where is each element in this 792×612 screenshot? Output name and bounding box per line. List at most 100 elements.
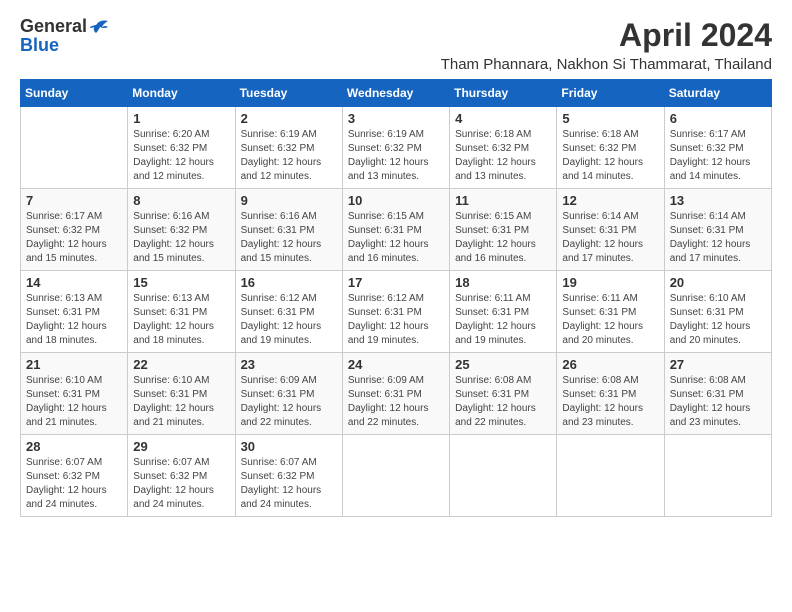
- calendar-cell: 6Sunrise: 6:17 AMSunset: 6:32 PMDaylight…: [664, 107, 771, 189]
- day-number: 19: [562, 275, 658, 290]
- day-number: 18: [455, 275, 551, 290]
- calendar-cell: 30 Sunrise: 6:07 AMSunset: 6:32 PMDayligh…: [235, 435, 342, 517]
- sunrise-text: Sunrise: 6:20 AM: [133, 129, 209, 140]
- sunset-text: Sunset: 6:32 PM: [26, 471, 100, 482]
- calendar-cell: 1Sunrise: 6:20 AMSunset: 6:32 PMDaylight…: [128, 107, 235, 189]
- daylight-text: Daylight: 12 hours and 13 minutes.: [455, 157, 536, 182]
- sunset-text: Sunset: 6:32 PM: [670, 143, 744, 154]
- sunrise-text: Sunrise: 6:09 AM: [348, 375, 424, 386]
- sunrise-text: Sunrise: 6:10 AM: [670, 293, 746, 304]
- sunrise-text: Sunrise: 6:13 AM: [26, 293, 102, 304]
- sunset-text: Sunset: 6:31 PM: [455, 307, 529, 318]
- day-info: Sunrise: 6:10 AMSunset: 6:31 PMDaylight:…: [670, 292, 766, 348]
- sunrise-text: Sunrise: 6:08 AM: [455, 375, 531, 386]
- calendar-week-row: 21Sunrise: 6:10 AMSunset: 6:31 PMDayligh…: [21, 353, 772, 435]
- day-number: 14: [26, 275, 122, 290]
- calendar-cell: 16 Sunrise: 6:12 AMSunset: 6:31 PMDayligh…: [235, 271, 342, 353]
- sunrise-text: Sunrise: 6:19 AM: [348, 129, 424, 140]
- calendar-cell: [664, 435, 771, 517]
- day-number: 15: [133, 275, 229, 290]
- sunset-text: Sunset: 6:31 PM: [562, 225, 636, 236]
- sunrise-text: Sunrise: 6:18 AM: [562, 129, 638, 140]
- day-number: 11: [455, 193, 551, 208]
- sunset-text: Sunset: 6:31 PM: [133, 389, 207, 400]
- logo-bird-icon: [88, 17, 110, 35]
- sunrise-text: Sunrise: 6:08 AM: [670, 375, 746, 386]
- daylight-text: Daylight: 12 hours and 18 minutes.: [26, 321, 107, 346]
- day-number: 26: [562, 357, 658, 372]
- logo-general-text: General: [20, 16, 87, 37]
- daylight-text: Daylight: 12 hours and 15 minutes.: [133, 239, 214, 264]
- sunset-text: Sunset: 6:32 PM: [26, 225, 100, 236]
- day-number: 9: [241, 193, 337, 208]
- day-info: Sunrise: 6:08 AMSunset: 6:31 PMDaylight:…: [455, 374, 551, 430]
- day-number: 24: [348, 357, 444, 372]
- day-info: Sunrise: 6:07 AMSunset: 6:32 PMDaylight:…: [133, 456, 229, 512]
- daylight-text: Daylight: 12 hours and 19 minutes.: [455, 321, 536, 346]
- day-number: 7: [26, 193, 122, 208]
- daylight-text: Daylight: 12 hours and 16 minutes.: [348, 239, 429, 264]
- calendar-cell: 20Sunrise: 6:10 AMSunset: 6:31 PMDayligh…: [664, 271, 771, 353]
- day-info: Sunrise: 6:17 AM Sunset: 6:32 PM Daylight:…: [26, 210, 122, 266]
- daylight-text: Daylight: 12 hours and 19 minutes.: [241, 321, 322, 346]
- day-number: 5: [562, 111, 658, 126]
- day-number: 28: [26, 439, 122, 454]
- day-info: Sunrise: 6:08 AMSunset: 6:31 PMDaylight:…: [670, 374, 766, 430]
- title-block: April 2024 Tham Phannara, Nakhon Si Tham…: [441, 16, 772, 73]
- calendar-cell: 27Sunrise: 6:08 AMSunset: 6:31 PMDayligh…: [664, 353, 771, 435]
- sunrise-text: Sunrise: 6:19 AM: [241, 129, 317, 140]
- daylight-text: Daylight: 12 hours and 15 minutes.: [26, 239, 107, 264]
- page-container: General Blue April 2024 Tham Phannara, N…: [20, 16, 772, 517]
- sunset-text: Sunset: 6:31 PM: [348, 389, 422, 400]
- calendar-cell: [450, 435, 557, 517]
- calendar-cell: 13Sunrise: 6:14 AMSunset: 6:31 PMDayligh…: [664, 189, 771, 271]
- daylight-text: Daylight: 12 hours and 16 minutes.: [455, 239, 536, 264]
- calendar-cell: 3Sunrise: 6:19 AMSunset: 6:32 PMDaylight…: [342, 107, 449, 189]
- daylight-text: Daylight: 12 hours and 20 minutes.: [562, 321, 643, 346]
- day-info: Sunrise: 6:12 AMSunset: 6:31 PMDaylight:…: [241, 292, 337, 348]
- calendar-cell: 24 Sunrise: 6:09 AM Sunset: 6:31 PM Dayligh…: [342, 353, 449, 435]
- day-info: Sunrise: 6:09 AMSunset: 6:31 PMDaylight:…: [241, 374, 337, 430]
- day-info: Sunrise: 6:18 AMSunset: 6:32 PMDaylight:…: [455, 128, 551, 184]
- daylight-text: Daylight: 12 hours and 22 minutes.: [348, 403, 429, 428]
- col-saturday: Saturday: [664, 80, 771, 107]
- logo: General Blue: [20, 16, 110, 56]
- calendar-cell: 7 Sunrise: 6:17 AM Sunset: 6:32 PM Daylight…: [21, 189, 128, 271]
- calendar-cell: 4Sunrise: 6:18 AMSunset: 6:32 PMDaylight…: [450, 107, 557, 189]
- day-number: 3: [348, 111, 444, 126]
- day-number: 30: [241, 439, 337, 454]
- calendar-cell: 9Sunrise: 6:16 AMSunset: 6:31 PMDaylight…: [235, 189, 342, 271]
- day-info: Sunrise: 6:11 AMSunset: 6:31 PMDaylight:…: [455, 292, 551, 348]
- sunrise-text: Sunrise: 6:07 AM: [26, 457, 102, 468]
- calendar-cell: 29 Sunrise: 6:07 AMSunset: 6:32 PMDayligh…: [128, 435, 235, 517]
- sunrise-text: Sunrise: 6:18 AM: [455, 129, 531, 140]
- sunrise-text: Sunrise: 6:11 AM: [562, 293, 637, 304]
- sunset-text: Sunset: 6:31 PM: [670, 389, 744, 400]
- daylight-text: Daylight: 12 hours and 24 minutes.: [26, 485, 107, 510]
- calendar-cell: 21Sunrise: 6:10 AMSunset: 6:31 PMDayligh…: [21, 353, 128, 435]
- day-number: 16: [241, 275, 337, 290]
- day-info: Sunrise: 6:07 AMSunset: 6:32 PMDaylight:…: [241, 456, 337, 512]
- day-number: 23: [241, 357, 337, 372]
- day-info: Sunrise: 6:13 AMSunset: 6:31 PMDaylight:…: [26, 292, 122, 348]
- day-info: Sunrise: 6:13 AMSunset: 6:31 PMDaylight:…: [133, 292, 229, 348]
- day-number: 13: [670, 193, 766, 208]
- daylight-text: Daylight: 12 hours and 15 minutes.: [241, 239, 322, 264]
- sunrise-text: Sunrise: 6:15 AM: [455, 211, 531, 222]
- sunset-text: Sunset: 6:31 PM: [455, 225, 529, 236]
- calendar-cell: 2Sunrise: 6:19 AMSunset: 6:32 PMDaylight…: [235, 107, 342, 189]
- calendar-week-row: 1Sunrise: 6:20 AMSunset: 6:32 PMDaylight…: [21, 107, 772, 189]
- calendar-cell: 23 Sunrise: 6:09 AMSunset: 6:31 PMDayligh…: [235, 353, 342, 435]
- calendar-cell: 5Sunrise: 6:18 AMSunset: 6:32 PMDaylight…: [557, 107, 664, 189]
- sunrise-text: Sunrise: 6:17 AM: [670, 129, 746, 140]
- sunset-text: Sunset: 6:32 PM: [348, 143, 422, 154]
- sunrise-text: Sunrise: 6:10 AM: [26, 375, 102, 386]
- day-number: 10: [348, 193, 444, 208]
- sunset-text: Sunset: 6:31 PM: [562, 389, 636, 400]
- sunrise-text: Sunrise: 6:17 AM: [26, 211, 102, 222]
- calendar-cell: 8Sunrise: 6:16 AMSunset: 6:32 PMDaylight…: [128, 189, 235, 271]
- sunset-text: Sunset: 6:31 PM: [455, 389, 529, 400]
- calendar-week-row: 28Sunrise: 6:07 AMSunset: 6:32 PMDayligh…: [21, 435, 772, 517]
- day-number: 29: [133, 439, 229, 454]
- daylight-text: Daylight: 12 hours and 14 minutes.: [562, 157, 643, 182]
